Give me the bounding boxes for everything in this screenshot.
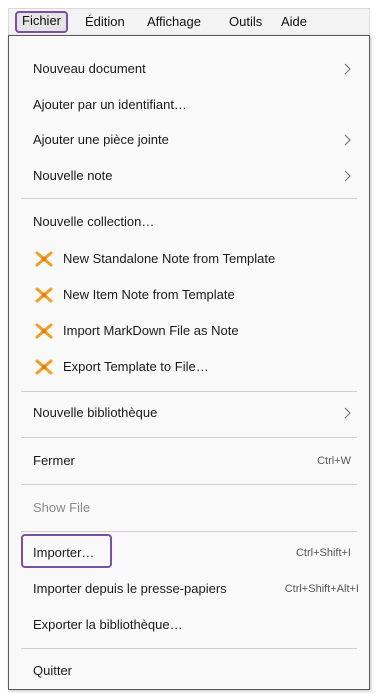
menu-item-nouvelle-bibliotheque[interactable]: Nouvelle bibliothèque	[9, 398, 369, 428]
menu-edition[interactable]: Édition	[81, 12, 129, 32]
menu-item-new-standalone-note[interactable]: New Standalone Note from Template	[9, 244, 369, 274]
menu-item-label: Nouveau document	[33, 61, 146, 76]
menu-item-label: Exporter la bibliothèque…	[33, 617, 183, 632]
importer-highlight-box	[21, 534, 112, 568]
menu-item-label: Ajouter par un identifiant…	[33, 97, 187, 112]
menu-item-label: Export Template to File…	[63, 359, 209, 374]
menu-item-ajouter-piece-jointe[interactable]: Ajouter une pièce jointe	[9, 125, 369, 155]
chevron-right-icon	[344, 170, 351, 182]
menu-item-label: Ajouter une pièce jointe	[33, 132, 169, 147]
shortcut-label: Ctrl+W	[317, 455, 351, 467]
menu-fichier[interactable]: Fichier	[15, 11, 69, 33]
shortcut-label: Ctrl+Shift+Alt+I	[284, 583, 359, 595]
menu-item-label: Nouvelle note	[33, 168, 113, 183]
menu-item-quitter[interactable]: Quitter	[9, 656, 369, 686]
menu-item-nouvelle-note[interactable]: Nouvelle note	[9, 161, 369, 191]
menu-item-nouvelle-collection[interactable]: Nouvelle collection…	[9, 207, 369, 237]
menu-item-label: Show File	[33, 500, 91, 515]
menu-separator	[21, 484, 357, 485]
menu-item-label: Fermer	[33, 453, 75, 468]
chevron-right-icon	[344, 63, 351, 75]
menu-aide[interactable]: Aide	[277, 12, 311, 32]
menu-item-export-template[interactable]: Export Template to File…	[9, 352, 369, 382]
menu-item-show-file: Show File	[9, 493, 369, 523]
menu-item-ajouter-identifiant[interactable]: Ajouter par un identifiant…	[9, 90, 369, 120]
shortcut-label: Ctrl+Shift+I	[295, 547, 351, 559]
menu-item-label: New Standalone Note from Template	[63, 251, 276, 266]
menu-item-import-markdown[interactable]: Import MarkDown File as Note	[9, 316, 369, 346]
menu-item-label: Nouvelle bibliothèque	[33, 405, 158, 420]
menu-item-fermer[interactable]: Fermer Ctrl+W	[9, 446, 369, 476]
template-plugin-icon	[35, 287, 53, 303]
menu-separator	[21, 198, 357, 199]
menu-separator	[21, 437, 357, 438]
menu-separator	[21, 391, 357, 392]
menu-affichage[interactable]: Affichage	[143, 12, 205, 32]
template-plugin-icon	[35, 323, 53, 339]
chevron-right-icon	[344, 407, 351, 419]
menu-separator	[21, 648, 357, 649]
menu-bar: Fichier Édition Affichage Outils Aide	[8, 8, 370, 36]
menu-item-exporter-bibliotheque[interactable]: Exporter la bibliothèque…	[9, 610, 369, 640]
template-plugin-icon	[35, 359, 53, 375]
menu-item-importer-presse-papiers[interactable]: Importer depuis le presse-papiers Ctrl+S…	[9, 574, 369, 604]
menu-item-label: Quitter	[33, 663, 73, 678]
menu-item-label: Nouvelle collection…	[33, 214, 155, 229]
menu-item-label: Import MarkDown File as Note	[63, 323, 239, 338]
menu-item-nouveau-document[interactable]: Nouveau document	[9, 54, 369, 84]
menu-item-new-item-note[interactable]: New Item Note from Template	[9, 280, 369, 310]
menu-item-label: Importer depuis le presse-papiers	[33, 581, 227, 596]
chevron-right-icon	[344, 134, 351, 146]
template-plugin-icon	[35, 251, 53, 267]
menu-outils[interactable]: Outils	[225, 12, 266, 32]
menu-separator	[21, 531, 357, 532]
fichier-dropdown-menu: Nouveau document Ajouter par un identifi…	[8, 35, 370, 690]
menu-item-label: New Item Note from Template	[63, 287, 235, 302]
